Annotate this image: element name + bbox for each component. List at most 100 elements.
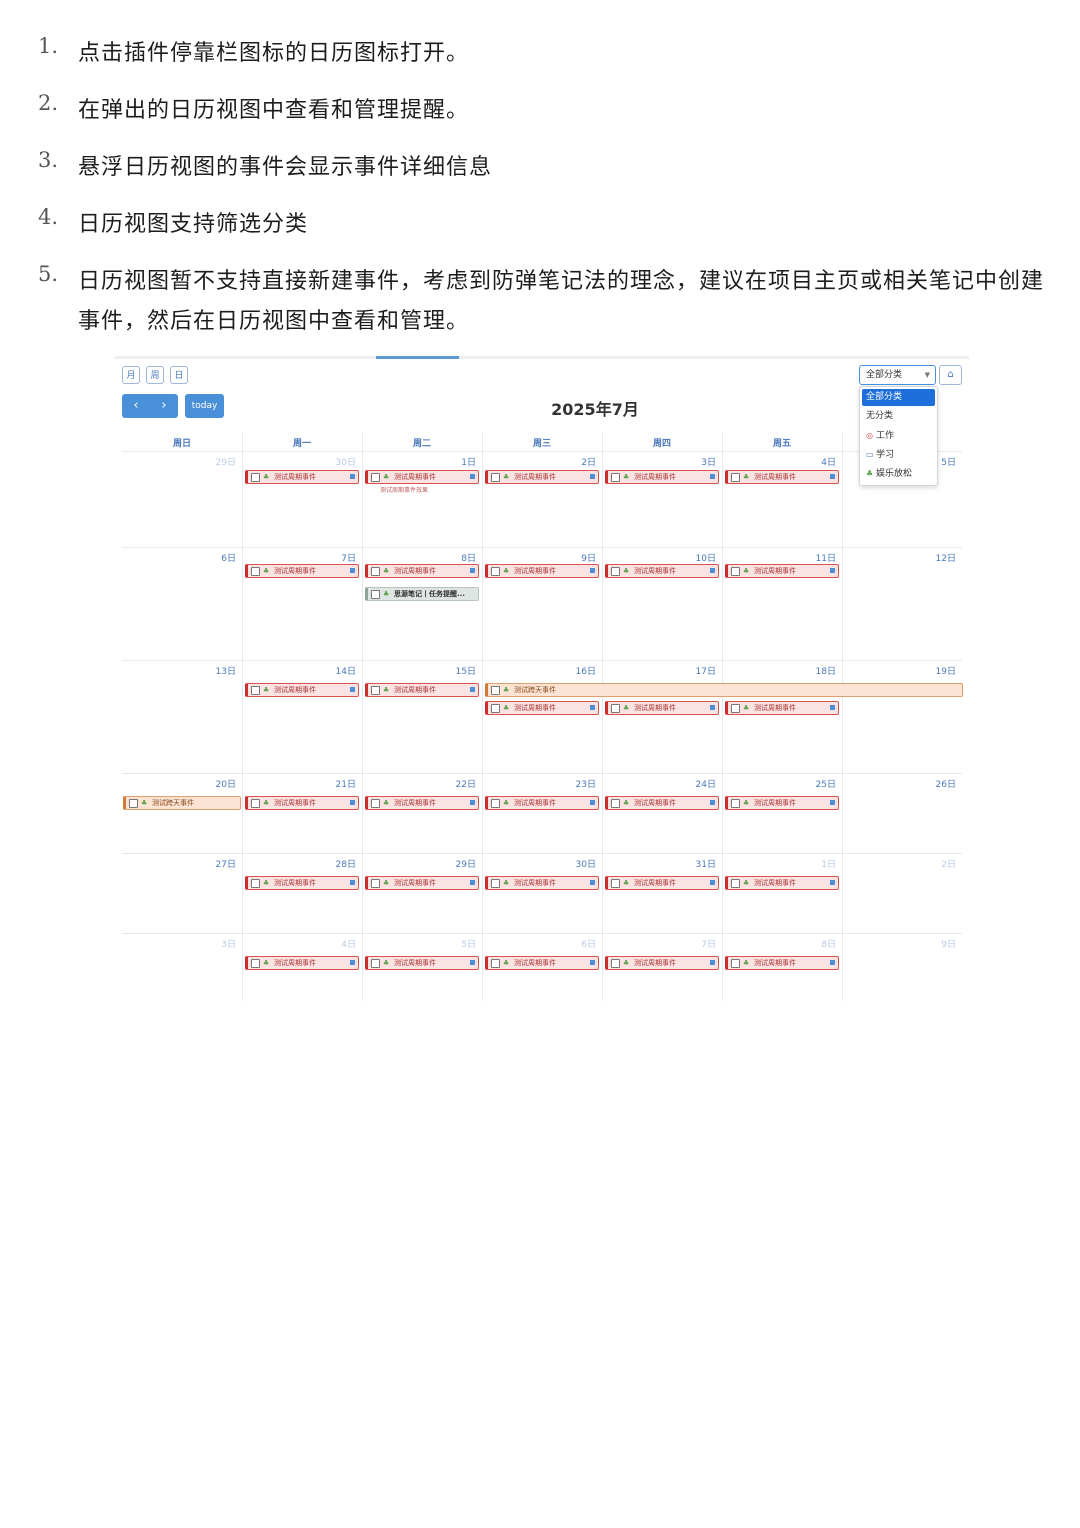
event-item[interactable]: ♣ 测试周期事件	[605, 876, 719, 890]
event-item[interactable]: ♣ 测试周期事件	[485, 796, 599, 810]
checkbox[interactable]	[251, 686, 260, 695]
category-filter-select[interactable]: 全部分类 ▼	[859, 365, 936, 385]
checkbox[interactable]	[251, 799, 260, 808]
event-item[interactable]: ♣ 测试周期事件	[245, 470, 359, 484]
view-week-button[interactable]: 周	[146, 366, 164, 384]
event-item[interactable]: ♣ 测试周期事件	[365, 956, 479, 970]
event-item[interactable]: ♣ 测试周期事件	[725, 796, 839, 810]
category-option-leisure[interactable]: ♣ 娱乐放松	[862, 465, 935, 482]
checkbox[interactable]	[731, 799, 740, 808]
category-option-all[interactable]: 全部分类	[862, 389, 935, 406]
checkbox[interactable]	[371, 473, 380, 482]
step-text: 在弹出的日历视图中查看和管理提醒。	[78, 98, 470, 123]
checkbox[interactable]	[491, 799, 500, 808]
event-item[interactable]: ♣ 测试周期事件	[605, 956, 719, 970]
clover-icon: ♣	[743, 704, 750, 712]
event-item[interactable]: ♣ 思源笔记丨任务提醒...	[365, 587, 479, 601]
category-option-work[interactable]: ◎ 工作	[862, 427, 935, 444]
checkbox[interactable]	[371, 590, 380, 599]
checkbox[interactable]	[491, 959, 500, 968]
checkbox[interactable]	[371, 686, 380, 695]
category-option-label: 工作	[876, 431, 895, 441]
checkbox[interactable]	[611, 704, 620, 713]
event-item[interactable]: ♣ 测试周期事件	[485, 956, 599, 970]
clover-icon: ♣	[623, 879, 630, 887]
event-item[interactable]: ♣ 测试跨天事件	[123, 796, 241, 810]
event-item[interactable]: ♣ 测试周期事件	[605, 701, 719, 715]
event-item[interactable]: ♣ 测试周期事件	[365, 564, 479, 578]
checkbox[interactable]	[731, 959, 740, 968]
clover-icon: ♣	[743, 799, 750, 807]
checkbox[interactable]	[731, 879, 740, 888]
event-label: 测试跨天事件	[152, 799, 194, 807]
event-item[interactable]: ♣ 测试周期事件	[725, 876, 839, 890]
clover-icon: ♣	[503, 704, 510, 712]
event-item[interactable]: ♣ 测试周期事件	[485, 470, 599, 484]
prev-month-button[interactable]: ‹	[122, 394, 150, 418]
event-item[interactable]: ♣ 测试周期事件	[245, 876, 359, 890]
link-icon	[830, 568, 835, 573]
view-day-button[interactable]: 日	[170, 366, 188, 384]
event-item[interactable]: ♣ 测试周期事件	[485, 701, 599, 715]
tag-icon[interactable]: ⌂	[939, 365, 962, 385]
event-item[interactable]: ♣ 测试跨天事件	[485, 683, 963, 697]
checkbox[interactable]	[731, 704, 740, 713]
checkbox[interactable]	[611, 567, 620, 576]
day-number: 2日	[941, 860, 956, 870]
clover-icon: ♣	[503, 959, 510, 967]
clover-icon: ♣	[383, 799, 390, 807]
event-item[interactable]: ♣ 测试周期事件	[245, 564, 359, 578]
today-button[interactable]: today	[185, 394, 224, 418]
checkbox[interactable]	[251, 959, 260, 968]
event-item[interactable]: ♣ 测试周期事件	[245, 796, 359, 810]
checkbox[interactable]	[371, 959, 380, 968]
view-month-button[interactable]: 月	[122, 366, 140, 384]
link-icon	[470, 687, 475, 692]
grid-line	[122, 660, 962, 661]
checkbox[interactable]	[491, 704, 500, 713]
checkbox[interactable]	[731, 473, 740, 482]
weekday-header: 周四	[652, 439, 671, 449]
event-item[interactable]: ♣ 测试周期事件	[365, 470, 479, 484]
event-item[interactable]: ♣ 测试周期事件	[485, 564, 599, 578]
checkbox[interactable]	[491, 879, 500, 888]
checkbox[interactable]	[251, 879, 260, 888]
event-item[interactable]: ♣ 测试周期事件	[485, 876, 599, 890]
checkbox[interactable]	[251, 473, 260, 482]
event-item[interactable]: ♣ 测试周期事件	[725, 470, 839, 484]
checkbox[interactable]	[611, 959, 620, 968]
next-month-button[interactable]: ›	[150, 394, 178, 418]
event-item[interactable]: ♣ 测试周期事件	[365, 796, 479, 810]
event-label: 测试周期事件	[274, 799, 316, 807]
event-label: 测试周期事件	[634, 799, 676, 807]
clover-icon: ♣	[503, 799, 510, 807]
clover-icon: ♣	[503, 686, 510, 694]
checkbox[interactable]	[491, 473, 500, 482]
event-item[interactable]: ♣ 测试周期事件	[725, 564, 839, 578]
event-item[interactable]: ♣ 测试周期事件	[365, 683, 479, 697]
checkbox[interactable]	[371, 567, 380, 576]
checkbox[interactable]	[491, 686, 500, 695]
event-item[interactable]: ♣ 测试周期事件	[725, 701, 839, 715]
checkbox[interactable]	[731, 567, 740, 576]
category-option-none[interactable]: 无分类	[862, 408, 935, 425]
event-item[interactable]: ♣ 测试周期事件	[725, 956, 839, 970]
checkbox[interactable]	[611, 879, 620, 888]
grid-line	[122, 933, 962, 934]
event-item[interactable]: ♣ 测试周期事件	[245, 683, 359, 697]
checkbox[interactable]	[611, 799, 620, 808]
event-item[interactable]: ♣ 测试周期事件	[245, 956, 359, 970]
checkbox[interactable]	[491, 567, 500, 576]
checkbox[interactable]	[129, 799, 138, 808]
event-item[interactable]: ♣ 测试周期事件	[605, 796, 719, 810]
event-item[interactable]: ♣ 测试周期事件	[605, 470, 719, 484]
checkbox[interactable]	[611, 473, 620, 482]
checkbox[interactable]	[371, 799, 380, 808]
clover-icon: ♣	[623, 567, 630, 575]
day-number: 31日	[695, 860, 716, 870]
event-item[interactable]: ♣ 测试周期事件	[365, 876, 479, 890]
category-option-study[interactable]: ▭ 学习	[862, 446, 935, 463]
checkbox[interactable]	[251, 567, 260, 576]
event-item[interactable]: ♣ 测试周期事件	[605, 564, 719, 578]
checkbox[interactable]	[371, 879, 380, 888]
